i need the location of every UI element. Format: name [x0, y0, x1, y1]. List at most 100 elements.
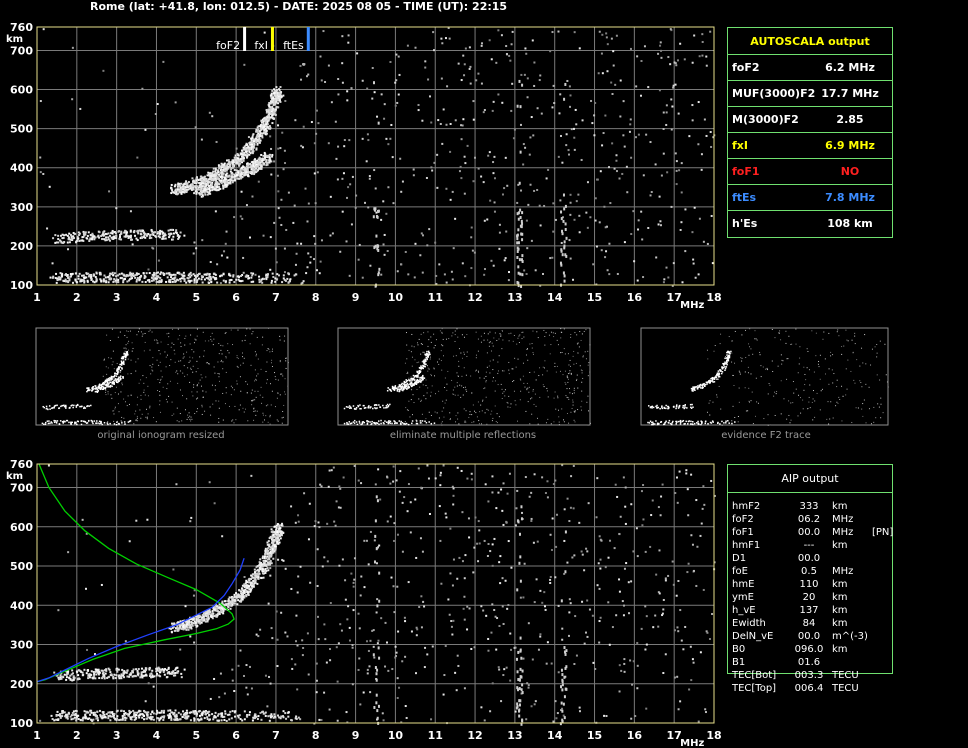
thumb-noise [490, 350, 492, 352]
thumb-noise [431, 385, 433, 387]
trace-point [214, 167, 217, 170]
thumb-trace [124, 423, 126, 425]
thumb-noise [161, 376, 163, 378]
trace-point [249, 143, 252, 146]
thumb-trace [724, 369, 726, 372]
noise-point [294, 263, 297, 266]
thumb-noise [205, 362, 207, 364]
thumb-noise [529, 423, 531, 425]
noise-point [611, 93, 614, 96]
thumb-trace [413, 384, 415, 387]
thumb-noise [186, 351, 188, 353]
noise-point [586, 181, 589, 184]
thumb-trace [725, 422, 727, 424]
thumb-noise [531, 343, 533, 345]
trace-point [83, 277, 86, 280]
noise-point [700, 168, 703, 171]
thumb-noise [287, 362, 289, 364]
trace-point [94, 276, 97, 279]
thumb-noise [252, 331, 254, 333]
thumb-trace [96, 420, 98, 422]
thumb-noise [434, 411, 436, 413]
noise-point [320, 239, 323, 242]
trace-point [177, 237, 180, 240]
thumb-noise [138, 382, 140, 384]
thumb-trace [363, 421, 366, 424]
trace-point [236, 275, 239, 278]
noise-point [460, 79, 463, 82]
thumb-noise [582, 377, 584, 379]
thumb-noise [567, 353, 569, 355]
trace-point [210, 172, 213, 175]
thumb-trace [92, 386, 95, 388]
noise-point [383, 233, 386, 236]
noise-point [369, 264, 372, 267]
thumb-noise [712, 401, 714, 403]
thumb-noise [127, 373, 129, 375]
thumb-noise [536, 417, 538, 419]
thumb-trace [75, 421, 77, 424]
noise-point [215, 140, 218, 143]
noise-point [521, 211, 524, 215]
thumb-noise [222, 345, 224, 347]
thumb-noise [131, 342, 133, 344]
thumb-noise [428, 368, 430, 370]
noise-point [629, 47, 632, 50]
thumb-noise [271, 348, 273, 350]
noise-point [477, 167, 480, 170]
noise-point [529, 183, 532, 186]
noise-point [518, 181, 521, 185]
thumb-noise [573, 392, 575, 394]
trace-point [172, 235, 175, 238]
thumb-noise [816, 392, 818, 394]
trace-point [233, 281, 236, 284]
thumb-noise [441, 369, 443, 371]
thumb-noise [778, 333, 780, 335]
thumb-trace [84, 407, 87, 409]
thumb-trace [79, 405, 81, 408]
trace-point [148, 280, 151, 283]
trace-point [66, 241, 69, 244]
noise-point [389, 61, 392, 64]
trace-point [150, 279, 153, 282]
thumb-trace [93, 420, 96, 422]
noise-point [449, 198, 452, 201]
trace-point [206, 187, 209, 190]
thumb-noise [165, 366, 167, 368]
trace-point [255, 165, 258, 168]
thumb-noise [421, 423, 423, 425]
thumb-noise [279, 360, 281, 362]
y-tick-label: 700 [10, 44, 33, 57]
thumb-noise [156, 390, 158, 392]
thumb-noise [452, 389, 454, 391]
noise-point [503, 187, 506, 190]
trace-point [181, 191, 184, 194]
thumb-noise [435, 393, 437, 395]
thumb-noise [737, 415, 739, 417]
thumb-noise [519, 399, 521, 401]
noise-point [641, 238, 644, 241]
autoscala-row: foF2 6.2 MHz [728, 55, 892, 81]
thumb-noise [267, 421, 269, 423]
thumb-trace [124, 355, 126, 357]
thumb-noise [144, 332, 146, 334]
thumb-noise [284, 391, 286, 393]
thumb-noise [130, 394, 132, 396]
thumb-noise [586, 401, 588, 403]
trace-point [178, 235, 181, 238]
thumb-noise [755, 377, 757, 379]
thumb-noise [462, 394, 464, 396]
y-tick-label: 400 [10, 162, 33, 175]
noise-point [367, 563, 370, 566]
noise-point [383, 253, 386, 256]
trace-point [208, 281, 211, 284]
thumb-noise [767, 414, 769, 416]
thumb-noise [171, 414, 173, 416]
noise-point [608, 242, 611, 245]
noise-point [660, 56, 663, 59]
thumb-noise [179, 334, 181, 336]
noise-point [317, 122, 320, 125]
thumb-noise [418, 338, 420, 340]
thumb-noise [417, 342, 419, 344]
trace-point [49, 276, 52, 279]
